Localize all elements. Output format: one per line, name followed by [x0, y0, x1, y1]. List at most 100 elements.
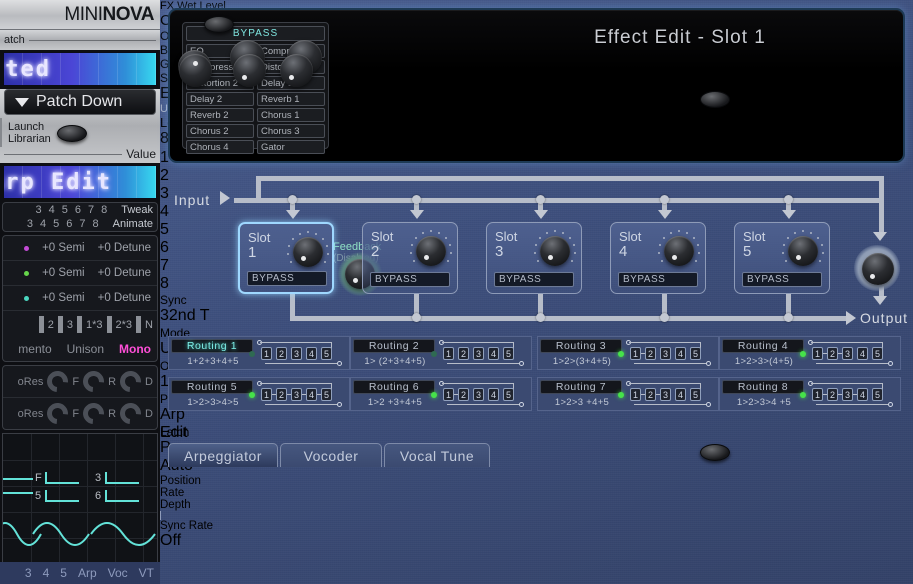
slot-5[interactable]: Slot 5 BYPASS: [734, 222, 830, 294]
sidebar-tab-arp[interactable]: Arp: [78, 566, 97, 580]
routing-node-5: 5: [872, 388, 883, 401]
sidebar-tab-vt[interactable]: VT: [139, 566, 154, 580]
launch-librarian-row[interactable]: Launch Librarian: [0, 118, 160, 147]
sidebar-bottom-tabs[interactable]: 3 4 5 Arp Voc VT: [0, 562, 160, 584]
filter2-d: D: [145, 407, 153, 420]
knob-pointer: [300, 256, 306, 261]
lfo-waveform-panel[interactable]: F 3 5 6: [2, 433, 158, 563]
plugin-sidebar: MININOVA atch cted Patch Down Launch Lib…: [0, 0, 160, 584]
routing-button-6[interactable]: Routing 6 1>2 +3+4+5 1 2 3 4 5: [350, 377, 532, 411]
effect-option[interactable]: Gator: [257, 140, 325, 154]
routing-button-5[interactable]: Routing 5 1>2>3>4>5 1 2 3 4 5: [168, 377, 350, 411]
tab-arpeggiator[interactable]: Arpeggiator: [168, 443, 278, 467]
filter-drive-knob[interactable]: [115, 366, 146, 397]
value-label: Value: [126, 147, 156, 161]
osc1-semi: +0 Semi: [42, 242, 85, 254]
slot-4-value[interactable]: BYPASS: [618, 272, 698, 287]
effect-option[interactable]: Reverb 2: [186, 108, 254, 122]
slot-3[interactable]: Slot 3 BYPASS: [486, 222, 582, 294]
pan-depth-knob[interactable]: [280, 54, 313, 87]
routing-7-formula: 1>2>3 +4+5: [554, 397, 610, 408]
routing-button-7[interactable]: Routing 7 1>2>3 +4+5 1 2 3 4 5: [537, 377, 719, 411]
osc-row-1[interactable]: +0 Semi +0 Detune: [3, 236, 157, 261]
slot-2-value[interactable]: BYPASS: [370, 272, 450, 287]
slot-number: 3: [495, 243, 504, 260]
routing-node-2: 2: [645, 347, 656, 360]
effect-option[interactable]: Delay 2: [186, 92, 254, 106]
pan-position-knob[interactable]: [179, 54, 212, 87]
routing-node-5: 5: [872, 347, 883, 360]
input-arrow-icon: [220, 191, 230, 205]
pan-sync-rate-value[interactable]: Off: [160, 532, 220, 551]
sidebar-tab-5[interactable]: 5: [60, 566, 67, 580]
routing-6-formula: 1>2 +3+4+5: [367, 397, 423, 408]
voice-bar: [136, 316, 142, 333]
routing-button-1[interactable]: Routing 1 1+2+3+4+5 1 2 3 4 5: [168, 336, 350, 370]
lfo-label-5: 5: [35, 490, 42, 502]
output-arrow-icon: [846, 311, 856, 325]
routing-button-3[interactable]: Routing 3 1>2>(3+4+5) 1 2 3 4 5: [537, 336, 719, 370]
tab-vocoder[interactable]: Vocoder: [280, 443, 382, 467]
mono-label[interactable]: Mono: [119, 342, 151, 356]
slot-5-label: Slot 5: [743, 229, 765, 259]
routing-node-5: 5: [321, 388, 332, 401]
routing-8-name: Routing 8: [722, 380, 804, 394]
osc-row-3[interactable]: +0 Semi +0 Detune: [3, 286, 157, 311]
slot-1-knob[interactable]: [293, 237, 323, 267]
voice-mode-row[interactable]: mento Unison Mono: [3, 338, 157, 361]
filter-res-knob[interactable]: [78, 366, 109, 397]
slot-4[interactable]: Slot 4 BYPASS: [610, 222, 706, 294]
voice-3: 3: [66, 318, 73, 331]
effect-option[interactable]: Chorus 4: [186, 140, 254, 154]
tweak-row-1[interactable]: 3 4 5 6 7 8 Tweak: [3, 203, 157, 217]
routing-node-1: 1: [812, 388, 823, 401]
filter-row-1[interactable]: oRes F R D: [3, 366, 157, 398]
effect-option[interactable]: Reverb 1: [257, 92, 325, 106]
num-8: 8: [92, 218, 99, 230]
slot-2-label: Slot 2: [371, 229, 393, 259]
slot-1[interactable]: Slot 1 BYPASS: [238, 222, 334, 294]
osc1-detune: +0 Detune: [97, 242, 151, 254]
lfo-label-f: F: [35, 472, 42, 484]
sidebar-tab-3[interactable]: 3: [25, 566, 32, 580]
sidebar-tab-4[interactable]: 4: [43, 566, 50, 580]
voice-selector[interactable]: 2 3 1*3 2*3 N: [3, 311, 157, 338]
filter-row-2[interactable]: oRes F R D: [3, 398, 157, 429]
filter-freq-knob[interactable]: [43, 366, 73, 397]
slot-5-value[interactable]: BYPASS: [742, 272, 822, 287]
routing-button-8[interactable]: Routing 8 1>2>3>4 +5 1 2 3 4 5: [719, 377, 901, 411]
effect-option[interactable]: Chorus 3: [257, 124, 325, 138]
filter-res-knob[interactable]: [78, 398, 109, 429]
slot-4-knob[interactable]: [664, 236, 694, 266]
latch-toggle[interactable]: [700, 91, 730, 108]
effect-option[interactable]: Chorus 2: [186, 124, 254, 138]
slot-2[interactable]: Slot 2 BYPASS: [362, 222, 458, 294]
unison-label[interactable]: Unison: [67, 342, 104, 356]
patch-down-button[interactable]: Patch Down: [4, 89, 156, 115]
launch-librarian-knob[interactable]: [56, 124, 87, 142]
sync-value[interactable]: 32nd T: [160, 307, 212, 326]
chord-toggle[interactable]: [700, 444, 730, 461]
routing-button-2[interactable]: Routing 2 1> (2+3+4+5) 1 2 3 4 5: [350, 336, 532, 370]
routing-7-name: Routing 7: [540, 380, 622, 394]
slot-3-value[interactable]: BYPASS: [494, 272, 574, 287]
tweak-row-2[interactable]: 3 4 5 6 7 8 Animate: [3, 217, 157, 231]
routing-button-4[interactable]: Routing 4 1>2>3>(4+5) 1 2 3 4 5: [719, 336, 901, 370]
sidebar-tab-voc[interactable]: Voc: [108, 566, 128, 580]
voice-n: N: [145, 318, 153, 331]
slot-1-value[interactable]: BYPASS: [247, 271, 327, 286]
fx-wet-level-knob[interactable]: [862, 253, 894, 285]
slot-2-knob[interactable]: [416, 236, 446, 266]
routing-node-2: 2: [276, 347, 287, 360]
osc-row-2[interactable]: +0 Semi +0 Detune: [3, 261, 157, 286]
arp-on-toggle[interactable]: [204, 16, 234, 33]
pan-rate-knob[interactable]: [233, 54, 266, 87]
filter-drive-knob[interactable]: [115, 398, 146, 429]
filter-freq-knob[interactable]: [43, 398, 73, 429]
slot-5-knob[interactable]: [788, 236, 818, 266]
effect-option[interactable]: Chorus 1: [257, 108, 325, 122]
tab-vocal-tune[interactable]: Vocal Tune: [384, 443, 490, 467]
osc3-detune: +0 Detune: [97, 292, 151, 304]
routing-2-led: [431, 351, 437, 357]
slot-3-knob[interactable]: [540, 236, 570, 266]
